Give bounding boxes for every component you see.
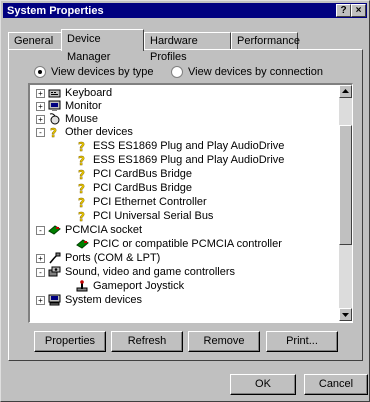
close-button[interactable]: × [351, 4, 366, 17]
tab-hardware-profiles[interactable]: Hardware Profiles [144, 32, 231, 63]
window-title: System Properties [7, 4, 104, 17]
system-properties-window: System Properties ? × General Device Man… [0, 0, 370, 402]
cancel-button[interactable]: Cancel [304, 374, 368, 395]
help-button[interactable]: ? [336, 4, 351, 17]
tab-device-manager[interactable]: Device Manager [61, 29, 144, 63]
tab-panel [8, 49, 363, 361]
tab-general[interactable]: General [8, 32, 62, 50]
ok-button[interactable]: OK [230, 374, 296, 395]
title-bar[interactable]: System Properties ? × [3, 3, 367, 18]
tab-performance[interactable]: Performance [231, 32, 300, 50]
